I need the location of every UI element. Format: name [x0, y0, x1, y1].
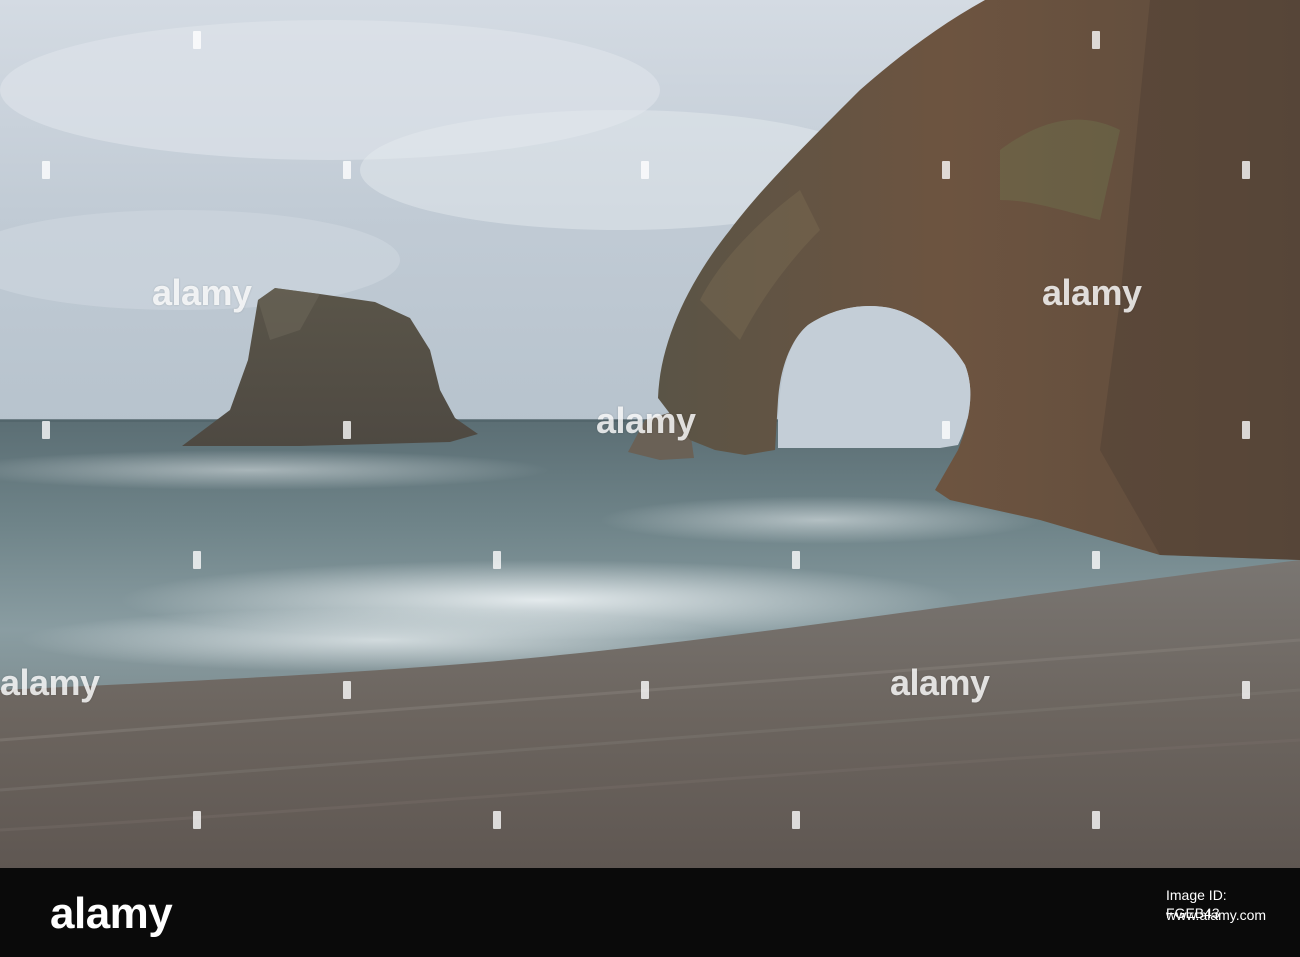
- footer-bar: alamy Image ID: FGEB43 www.alamy.com: [0, 868, 1300, 957]
- site-url-link[interactable]: www.alamy.com: [1166, 906, 1296, 924]
- footer-logo[interactable]: alamy: [50, 886, 173, 942]
- photo-scene: [0, 0, 1300, 868]
- photo: alamy alamy alamy alamy alamy: [0, 0, 1300, 868]
